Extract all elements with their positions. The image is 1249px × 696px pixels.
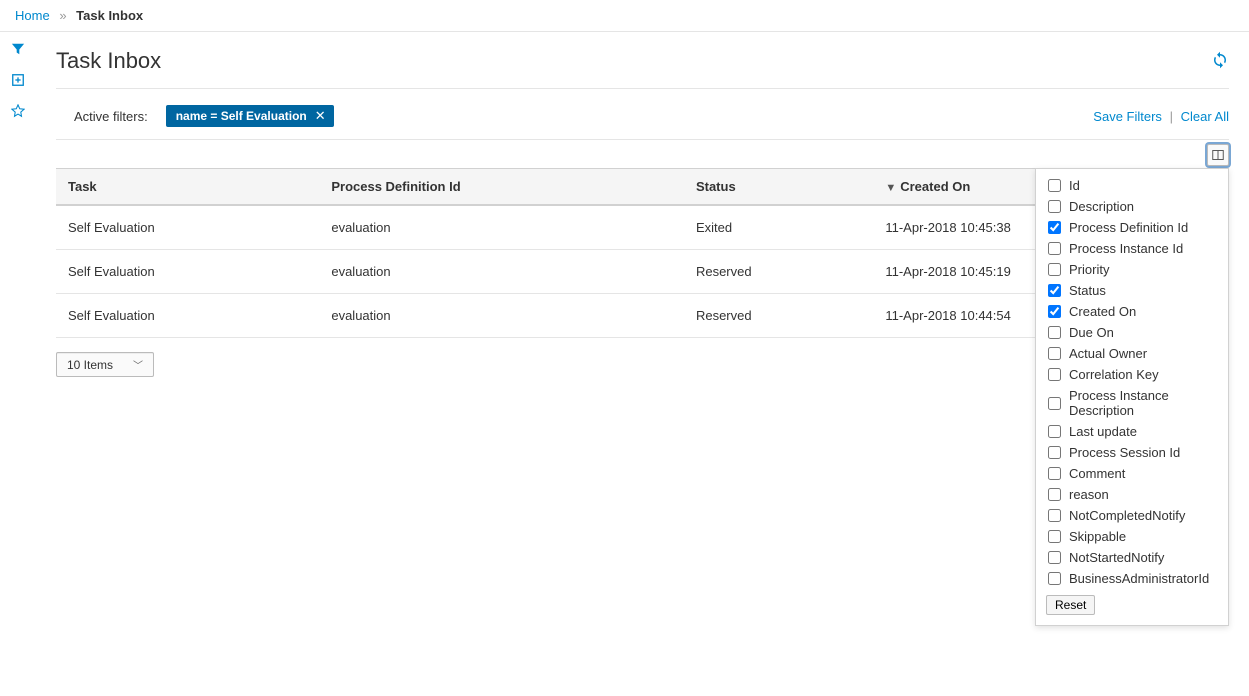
column-option[interactable]: Description — [1036, 196, 1228, 217]
refresh-button[interactable] — [1211, 51, 1229, 72]
col-status[interactable]: Status — [684, 169, 873, 206]
column-checkbox[interactable] — [1048, 509, 1061, 522]
column-option[interactable]: reason — [1036, 484, 1228, 505]
save-filters-link[interactable]: Save Filters — [1093, 109, 1162, 124]
column-checkbox[interactable] — [1048, 305, 1061, 318]
col-procdef[interactable]: Process Definition Id — [319, 169, 684, 206]
column-option[interactable]: Process Definition Id — [1036, 217, 1228, 238]
column-option[interactable]: BusinessAdministratorId — [1036, 568, 1228, 589]
column-option[interactable]: Correlation Key — [1036, 364, 1228, 385]
filter-chip-text: name = Self Evaluation — [176, 109, 307, 123]
page-title: Task Inbox — [56, 48, 161, 74]
column-checkbox[interactable] — [1048, 179, 1061, 192]
items-per-page-label: 10 Items — [67, 358, 113, 372]
column-option-label: Last update — [1069, 424, 1137, 439]
chevron-down-icon: ﹀ — [133, 357, 143, 372]
column-option[interactable]: Last update — [1036, 421, 1228, 442]
cell-task: Self Evaluation — [56, 294, 319, 338]
column-option-label: Correlation Key — [1069, 367, 1159, 382]
column-option[interactable]: Process Instance Description — [1036, 385, 1228, 421]
column-checkbox[interactable] — [1048, 284, 1061, 297]
column-option[interactable]: Actual Owner — [1036, 343, 1228, 364]
column-checkbox[interactable] — [1048, 572, 1061, 585]
cell-status: Exited — [684, 205, 873, 250]
column-checkbox[interactable] — [1048, 530, 1061, 543]
reset-columns-button[interactable]: Reset — [1046, 595, 1095, 615]
column-option-label: Process Definition Id — [1069, 220, 1188, 235]
column-checkbox[interactable] — [1048, 368, 1061, 381]
column-option-label: reason — [1069, 487, 1109, 502]
column-option[interactable]: Id — [1036, 175, 1228, 196]
column-checkbox[interactable] — [1048, 221, 1061, 234]
column-option[interactable]: NotCompletedNotify — [1036, 505, 1228, 526]
sort-desc-icon: ▼ — [885, 182, 896, 194]
filter-bar: Active filters: name = Self Evaluation ✕… — [56, 89, 1229, 140]
column-option-label: Priority — [1069, 262, 1109, 277]
side-rail — [0, 32, 36, 397]
column-checkbox[interactable] — [1048, 242, 1061, 255]
column-option-label: Process Instance Id — [1069, 241, 1183, 256]
column-checkbox[interactable] — [1048, 488, 1061, 501]
breadcrumb-current: Task Inbox — [76, 8, 143, 23]
column-option-label: BusinessAdministratorId — [1069, 571, 1209, 586]
column-option-label: Id — [1069, 178, 1080, 193]
column-option-label: Skippable — [1069, 529, 1126, 544]
cell-status: Reserved — [684, 250, 873, 294]
filter-chip: name = Self Evaluation ✕ — [166, 105, 334, 127]
column-option-label: Status — [1069, 283, 1106, 298]
column-checkbox[interactable] — [1048, 263, 1061, 276]
column-option[interactable]: Process Instance Id — [1036, 238, 1228, 259]
breadcrumb: Home » Task Inbox — [0, 0, 1249, 32]
breadcrumb-home[interactable]: Home — [15, 8, 50, 23]
column-checkbox[interactable] — [1048, 551, 1061, 564]
column-option-label: Created On — [1069, 304, 1136, 319]
column-option-label: NotStartedNotify — [1069, 550, 1164, 565]
cell-status: Reserved — [684, 294, 873, 338]
column-checkbox[interactable] — [1048, 397, 1061, 410]
cell-procDef: evaluation — [319, 294, 684, 338]
filter-icon[interactable] — [11, 42, 25, 59]
clear-all-link[interactable]: Clear All — [1181, 109, 1229, 124]
cell-task: Self Evaluation — [56, 250, 319, 294]
refresh-icon — [1211, 51, 1229, 69]
column-option-label: Comment — [1069, 466, 1125, 481]
column-option[interactable]: Due On — [1036, 322, 1228, 343]
column-checkbox[interactable] — [1048, 425, 1061, 438]
column-option-label: Description — [1069, 199, 1134, 214]
column-checkbox[interactable] — [1048, 347, 1061, 360]
column-option-label: NotCompletedNotify — [1069, 508, 1185, 523]
items-per-page-dropdown[interactable]: 10 Items ﹀ — [56, 352, 154, 377]
column-option-label: Actual Owner — [1069, 346, 1147, 361]
column-option[interactable]: Created On — [1036, 301, 1228, 322]
breadcrumb-separator: » — [59, 8, 66, 23]
column-checkbox[interactable] — [1048, 446, 1061, 459]
star-icon[interactable] — [11, 104, 25, 121]
column-picker-toggle[interactable] — [1207, 144, 1229, 166]
column-option[interactable]: Status — [1036, 280, 1228, 301]
column-picker-panel: Id Description Process Definition Id Proces… — [1035, 168, 1229, 626]
column-option-label: Process Instance Description — [1069, 388, 1216, 418]
column-option[interactable]: NotStartedNotify — [1036, 547, 1228, 568]
column-checkbox[interactable] — [1048, 326, 1061, 339]
column-checkbox[interactable] — [1048, 467, 1061, 480]
column-checkbox[interactable] — [1048, 200, 1061, 213]
filter-actions-separator: | — [1170, 109, 1173, 124]
columns-icon — [1212, 149, 1224, 161]
column-option[interactable]: Process Session Id — [1036, 442, 1228, 463]
cell-task: Self Evaluation — [56, 205, 319, 250]
cell-procDef: evaluation — [319, 205, 684, 250]
filter-chip-remove[interactable]: ✕ — [315, 108, 326, 124]
cell-procDef: evaluation — [319, 250, 684, 294]
column-option-label: Process Session Id — [1069, 445, 1180, 460]
active-filters-label: Active filters: — [56, 109, 148, 124]
expand-icon[interactable] — [11, 73, 25, 90]
column-option[interactable]: Comment — [1036, 463, 1228, 484]
column-option-label: Due On — [1069, 325, 1114, 340]
column-option[interactable]: Priority — [1036, 259, 1228, 280]
column-option[interactable]: Skippable — [1036, 526, 1228, 547]
col-task[interactable]: Task — [56, 169, 319, 206]
